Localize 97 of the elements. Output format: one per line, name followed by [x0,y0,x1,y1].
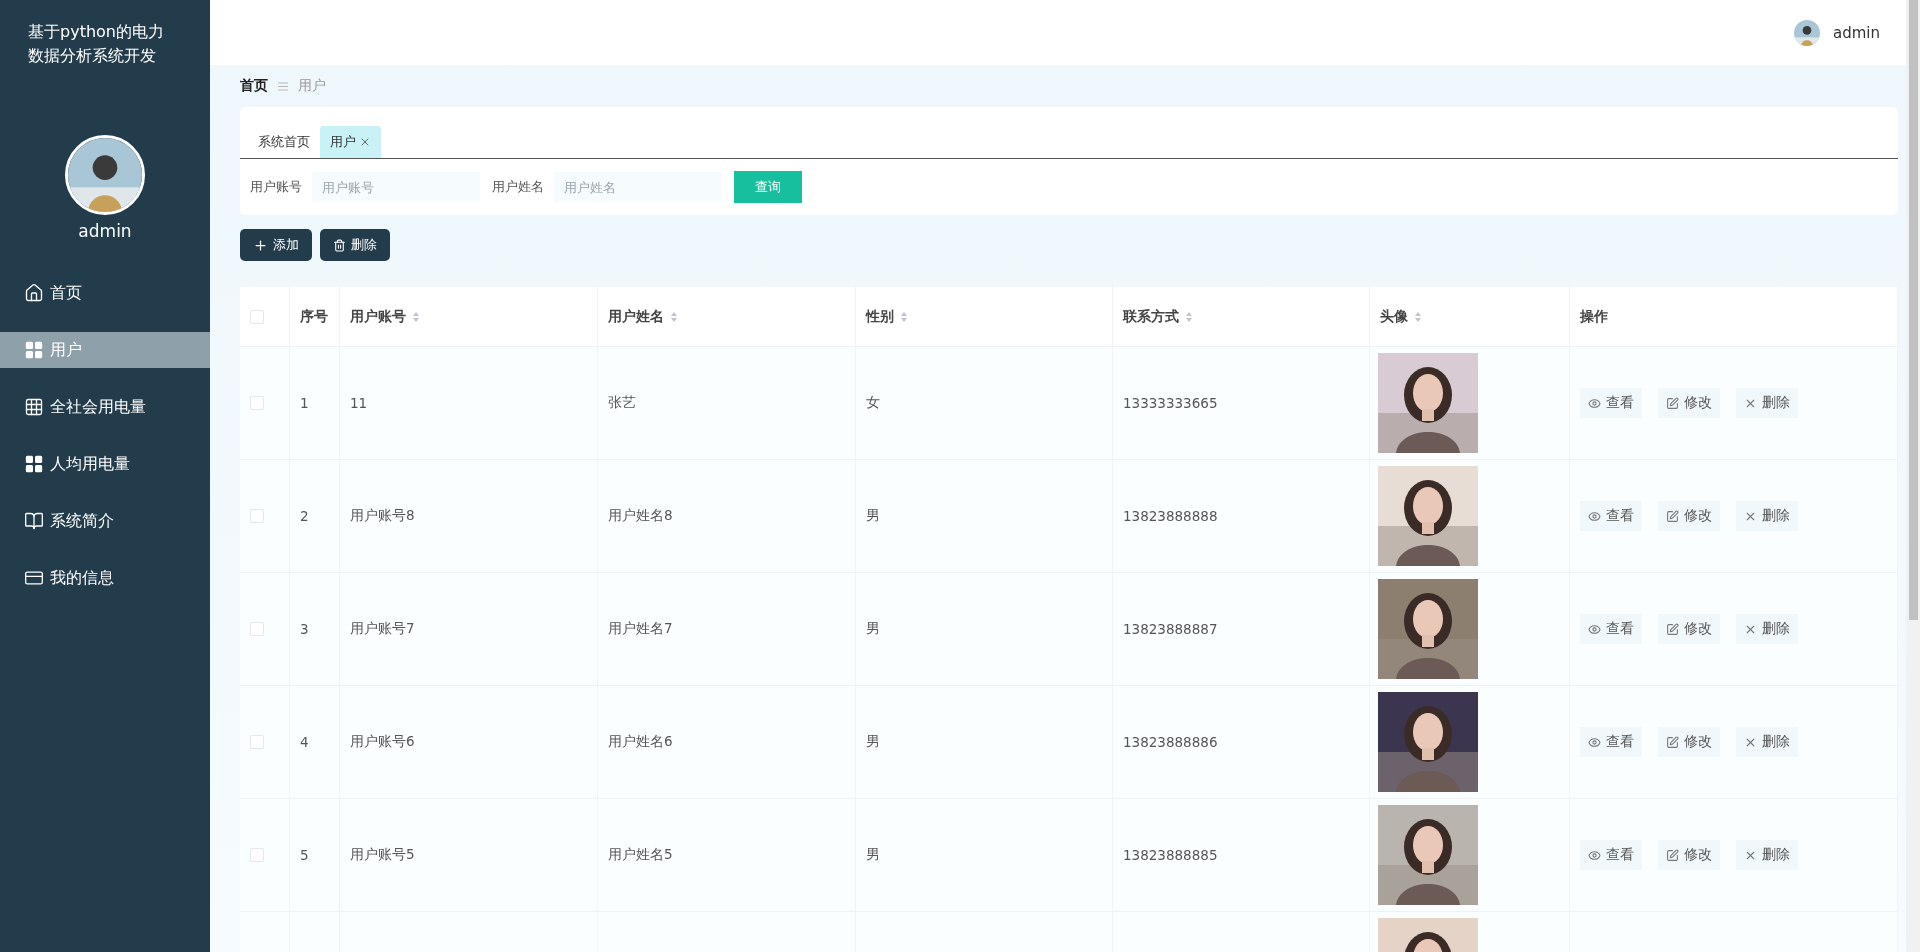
menu-item[interactable]: 系统简介 [0,503,210,539]
column-header: 头像 [1380,307,1408,326]
table-cell: 女 [866,394,880,412]
view-button[interactable]: 查看 [1580,840,1642,870]
view-button[interactable]: 查看 [1580,727,1642,757]
view-button[interactable]: 查看 [1580,501,1642,531]
edit-icon [1666,396,1679,410]
delete-button[interactable]: 删除 [1736,388,1798,418]
edit-button[interactable]: 修改 [1658,501,1720,531]
edit-button[interactable]: 修改 [1658,388,1720,418]
edit-icon [1666,509,1679,523]
delete-button[interactable]: 删除 [1736,840,1798,870]
eye-icon [1588,509,1601,523]
table-cell: 用户账号8 [350,507,415,525]
tab[interactable]: 用户 [320,126,381,158]
column-header: 序号 [300,307,328,326]
table-cell: 用户姓名8 [608,507,673,525]
edit-button[interactable]: 修改 [1658,614,1720,644]
checkbox[interactable] [250,622,264,636]
checkbox[interactable] [250,509,264,523]
edit-icon [1666,735,1679,749]
sort-icon[interactable] [1414,310,1422,323]
delete-button[interactable]: 删除 [1736,501,1798,531]
close-icon[interactable] [359,136,371,148]
table-cell: 13823888886 [1123,734,1218,750]
menu-item[interactable]: 全社会用电量 [0,389,210,425]
column-header: 用户账号 [350,307,406,326]
eye-icon [1588,622,1601,636]
book-icon [24,511,44,531]
eye-icon [1588,848,1601,862]
table-cell: 用户账号6 [350,733,415,751]
table-cell: 5 [300,847,309,863]
table-cell: 用户姓名6 [608,733,673,751]
home-icon [24,283,44,303]
tab[interactable]: 系统首页 [248,126,320,158]
sort-icon[interactable] [670,310,678,323]
grid-icon [24,454,44,474]
menu-icon [278,81,288,91]
table-cell: 13823888885 [1123,847,1218,863]
scrollbar[interactable] [1906,0,1920,952]
table-cell: 13823888888 [1123,508,1218,524]
table-cell: 13333333665 [1123,395,1218,411]
checkbox[interactable] [250,309,264,324]
grid-icon [24,340,44,360]
breadcrumb-item: 用户 [298,77,326,95]
scroll-thumb[interactable] [1909,0,1918,620]
table-cell: 1 [300,395,309,411]
table-cell: 男 [866,620,880,638]
column-header: 性别 [866,307,894,326]
table-cell: 3 [300,621,309,637]
table-cell: 11 [350,395,368,411]
delete-button[interactable]: 删除 [1736,727,1798,757]
edit-button[interactable]: 修改 [1658,840,1720,870]
breadcrumb-item[interactable]: 首页 [240,77,268,95]
edit-icon [1666,848,1679,862]
plus-icon [253,237,268,253]
trash-icon [333,238,346,252]
column-header: 联系方式 [1123,307,1179,326]
grid-icon [24,397,44,417]
checkbox[interactable] [250,848,264,862]
table-cell: 男 [866,846,880,864]
table-cell: 男 [866,507,880,525]
table-cell: 用户账号5 [350,846,415,864]
user-name[interactable]: admin [1833,23,1880,42]
table-cell: 男 [866,733,880,751]
checkbox[interactable] [250,735,264,749]
view-button[interactable]: 查看 [1580,388,1642,418]
table-cell: 用户姓名5 [608,846,673,864]
column-header: 操作 [1580,307,1608,326]
sort-icon[interactable] [412,310,420,323]
table-cell: 用户账号7 [350,620,415,638]
user-name: admin [78,221,132,241]
table-cell: 2 [300,508,309,524]
table-cell: 4 [300,734,309,750]
checkbox[interactable] [250,396,264,410]
menu-item[interactable]: 首页 [0,275,210,311]
view-button[interactable]: 查看 [1580,614,1642,644]
add-button[interactable]: 添加 [240,229,312,261]
eye-icon [1588,735,1601,749]
menu-item[interactable]: 人均用电量 [0,446,210,482]
table-cell: 13823888887 [1123,621,1218,637]
delete-button[interactable]: 删除 [320,229,390,261]
field-label: 用户账号 [250,178,302,196]
edit-button[interactable]: 修改 [1658,727,1720,757]
table-cell: 用户姓名7 [608,620,673,638]
input-field[interactable]: 用户账号 [312,172,480,202]
column-header: 用户姓名 [608,307,664,326]
menu-item[interactable]: 我的信息 [0,560,210,596]
sort-icon[interactable] [900,310,908,323]
app-title: 基于python的电力数据分析系统开发 [27,21,165,67]
field-label: 用户姓名 [492,178,544,196]
eye-icon [1588,396,1601,410]
sort-icon[interactable] [1185,310,1193,323]
delete-button[interactable]: 删除 [1736,614,1798,644]
input-field[interactable]: 用户姓名 [554,172,722,202]
edit-icon [1666,622,1679,636]
table-cell: 张艺 [608,394,636,412]
